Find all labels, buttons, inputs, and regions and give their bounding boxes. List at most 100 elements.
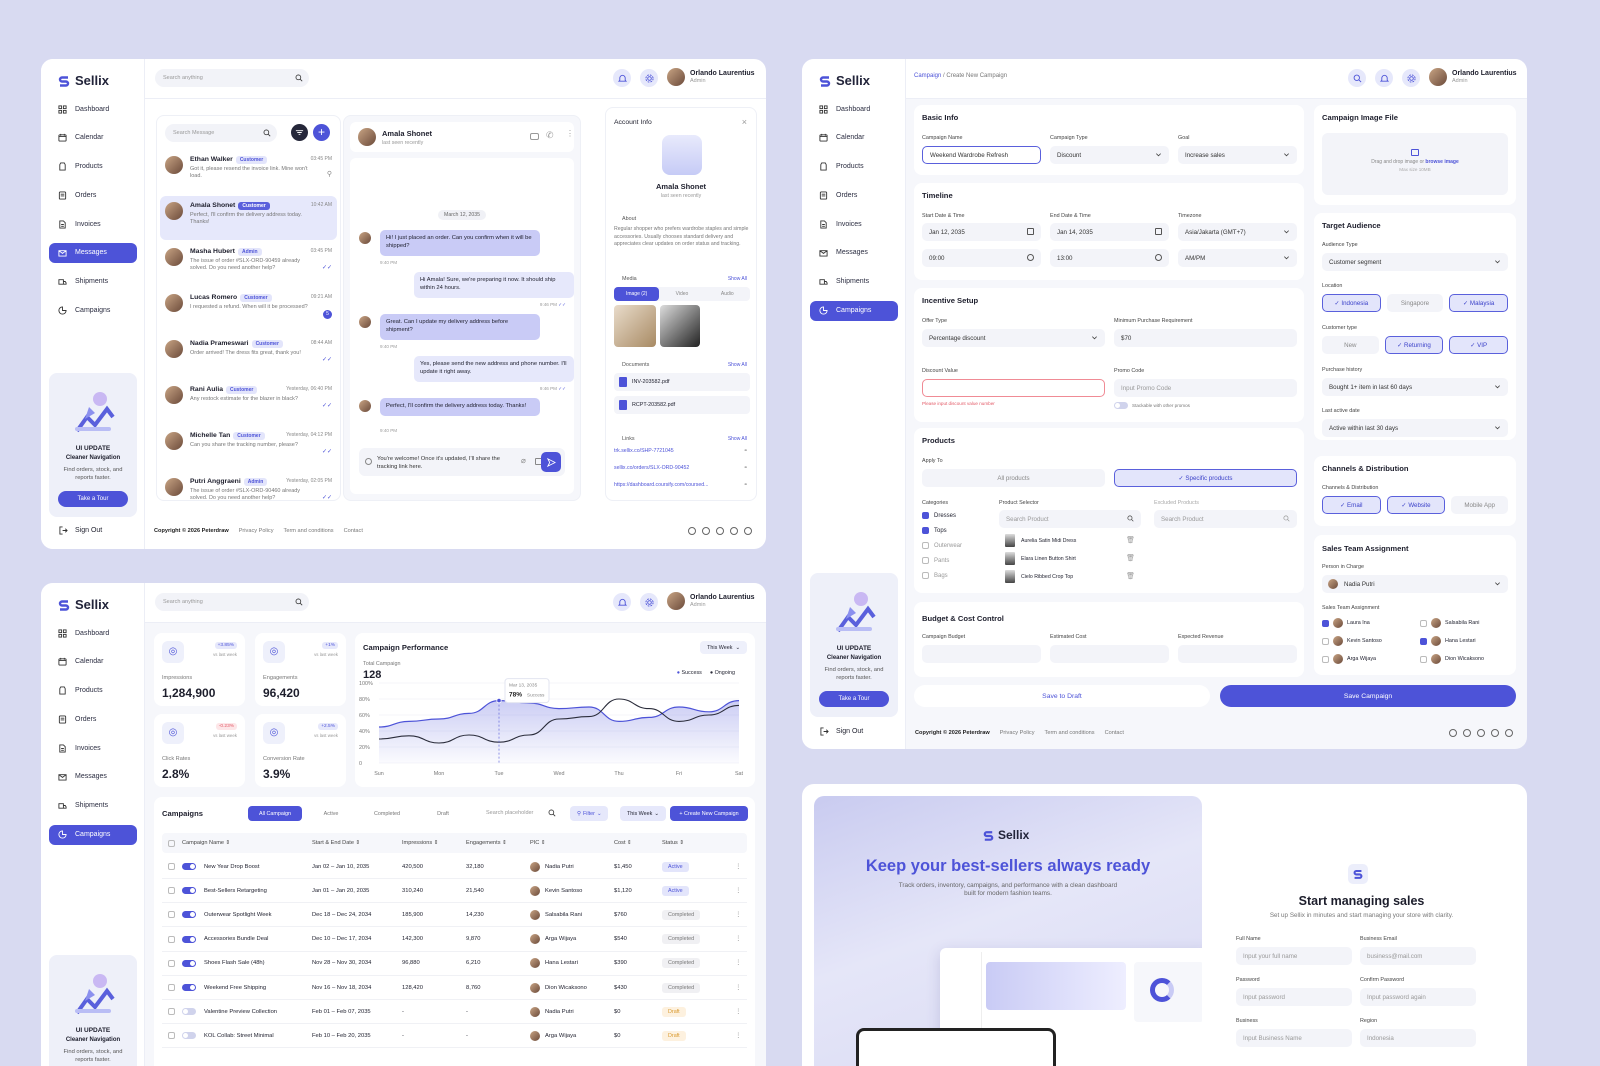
breadcrumb-campaign-link[interactable]: Campaign [914, 73, 941, 79]
sidebar-item-dashboard[interactable]: Dashboard [49, 99, 137, 119]
table-row[interactable]: Outerwear Spotlight Week Dec 18 – Dec 24,… [162, 903, 747, 928]
row-menu-icon[interactable]: ⋮ [735, 985, 741, 991]
promo-code-input[interactable]: Input Promo Code [1114, 379, 1297, 397]
category-checkbox[interactable]: Outerwear [922, 542, 962, 549]
search-input[interactable]: Search anything [155, 69, 309, 87]
end-date-input[interactable]: Jan 14, 2035 [1050, 223, 1169, 241]
column-header[interactable]: PIC ⇕ [530, 840, 546, 846]
emoji-icon[interactable] [365, 458, 372, 465]
media-tab-0[interactable]: Image (2) [614, 287, 660, 301]
linkedin-icon[interactable] [1505, 729, 1513, 737]
sidebar-item-products[interactable]: Products [49, 157, 137, 177]
customer-type-option[interactable]: ✓ VIP [1449, 336, 1509, 354]
more-icon[interactable]: ⋮ [566, 129, 574, 138]
sidebar-item-campaigns[interactable]: Campaigns [49, 824, 137, 845]
logo[interactable]: Sellix [57, 597, 109, 612]
trash-icon[interactable]: 🗑 [1126, 536, 1135, 544]
campaign-toggle[interactable] [182, 984, 196, 991]
period-select[interactable]: This Week ⌄ [700, 641, 747, 654]
campaign-toggle[interactable] [182, 935, 196, 943]
settings-button[interactable] [640, 593, 658, 611]
filter-button[interactable] [291, 124, 308, 141]
conversation-item[interactable]: Putri Anggraeni Admin Yesterday, 02:05 PM T… [160, 472, 337, 516]
select-all-checkbox[interactable] [168, 839, 175, 847]
sidebar-item-invoices[interactable]: Invoices [49, 738, 137, 758]
settings-button[interactable] [640, 69, 658, 87]
conversation-item[interactable]: Rani Aulia Customer Yesterday, 06:40 PM Any… [160, 380, 337, 424]
logo[interactable]: Sellix [57, 73, 109, 88]
column-header[interactable]: Cost ⇕ [614, 840, 632, 846]
category-checkbox[interactable]: Bags [922, 572, 948, 579]
sidebar-item-messages[interactable]: Messages [810, 243, 898, 263]
attach-icon[interactable]: ⌀ [521, 456, 526, 465]
trash-icon[interactable]: 🗑 [1126, 572, 1135, 580]
conversation-item[interactable]: Michelle Tan Customer Yesterday, 04:12 PM C… [160, 426, 337, 470]
channel-option[interactable]: ✓ Website [1386, 496, 1446, 514]
notification-button[interactable] [613, 593, 631, 611]
new-message-button[interactable]: + [313, 124, 330, 141]
channel-option[interactable]: Mobile App [1451, 496, 1509, 514]
save-draft-button[interactable]: Save to Draft [914, 685, 1210, 707]
ampm-select[interactable]: AM/PM [1178, 249, 1297, 267]
create-campaign-button[interactable]: + Create New Campaign [670, 806, 748, 821]
sidebar-item-calendar[interactable]: Calendar [810, 128, 898, 148]
location-option[interactable]: ✓ Indonesia [1322, 294, 1381, 312]
signup-input[interactable]: business@mail.com [1360, 947, 1476, 965]
media-tab-1[interactable]: Video [659, 287, 704, 301]
image-dropzone[interactable]: Drag and drop image or browse image Max … [1322, 133, 1508, 195]
media-thumb-1[interactable] [614, 305, 656, 347]
table-row[interactable]: Shoes Flash Sale (48h) Nov 28 – Nov 30, 2… [162, 952, 747, 976]
campaign-name-input[interactable]: Weekend Wardrobe Refresh [922, 146, 1041, 164]
table-row[interactable]: Valentine Preview Collection Feb 01 – Feb… [162, 1000, 747, 1025]
end-time-input[interactable]: 13:00 [1050, 249, 1169, 267]
apply-specific-products-option[interactable]: ✓ Specific products [1114, 469, 1297, 487]
sidebar-item-orders[interactable]: Orders [49, 709, 137, 729]
row-menu-icon[interactable]: ⋮ [735, 936, 741, 942]
campaign-toggle[interactable] [182, 863, 196, 870]
trash-icon[interactable]: 🗑 [1126, 554, 1135, 562]
signup-input[interactable]: Indonesia [1360, 1029, 1476, 1047]
contact-link[interactable]: Contact [1105, 730, 1124, 736]
notification-button[interactable] [613, 69, 631, 87]
goal-select[interactable]: Increase sales [1178, 146, 1297, 164]
row-checkbox[interactable] [168, 959, 175, 967]
conversation-item[interactable]: Nadia Prameswari Customer 08:44 AM Order ar… [160, 334, 337, 378]
sidebar-item-dashboard[interactable]: Dashboard [810, 99, 898, 119]
chat-input[interactable]: You're welcome! Once it's updated, I'll … [359, 448, 565, 476]
campaign-type-select[interactable]: Discount [1050, 146, 1169, 164]
sign-out-button[interactable]: Sign Out [59, 526, 102, 535]
team-member-checkbox[interactable]: Laura Ina [1322, 618, 1370, 628]
last-active-select[interactable]: Active within last 30 days [1322, 419, 1508, 437]
link-item[interactable]: https://dashboard.coursify.com/coursed..… [614, 482, 750, 488]
row-menu-icon[interactable]: ⋮ [735, 888, 741, 894]
category-checkbox[interactable]: Dresses [922, 512, 956, 519]
week-select[interactable]: This Week ⌄ [620, 806, 666, 821]
phone-icon[interactable]: ✆ [546, 130, 554, 141]
sidebar-item-calendar[interactable]: Calendar [49, 128, 137, 148]
row-checkbox[interactable] [168, 911, 175, 919]
youtube-icon[interactable] [1491, 729, 1499, 737]
sidebar-item-messages[interactable]: Messages [49, 767, 137, 787]
team-member-checkbox[interactable]: Kevin Santoso [1322, 636, 1382, 646]
settings-button[interactable] [1402, 69, 1420, 87]
contact-link[interactable]: Contact [344, 528, 363, 534]
facebook-icon[interactable] [1449, 729, 1457, 737]
instagram-icon[interactable] [1477, 729, 1485, 737]
sidebar-item-messages[interactable]: Messages [49, 242, 137, 263]
row-checkbox[interactable] [168, 935, 175, 943]
document-item[interactable]: RCPT-203582.pdf [614, 396, 750, 414]
column-header[interactable]: Campaign Name ⇕ [182, 840, 230, 846]
conversation-item[interactable]: Masha Hubert Admin 03:45 PM The issue of or… [160, 242, 337, 286]
category-checkbox[interactable]: Pants [922, 557, 949, 564]
sidebar-item-orders[interactable]: Orders [49, 185, 137, 205]
documents-show-all-link[interactable]: Show All [728, 362, 747, 368]
customer-type-option[interactable]: ✓ Returning [1384, 336, 1444, 354]
stackable-toggle[interactable] [1114, 402, 1128, 409]
link-item[interactable]: sellix.co/orders/SLX-ORD-90452 ⚭ [614, 465, 750, 471]
sidebar-item-shipments[interactable]: Shipments [49, 272, 137, 292]
youtube-icon[interactable] [730, 527, 738, 535]
column-header[interactable]: Start & End Date ⇕ [312, 840, 360, 846]
campaign-search-input[interactable]: Search placeholder [480, 806, 562, 821]
sidebar-item-campaigns[interactable]: Campaigns [49, 301, 137, 321]
search-input[interactable]: Search anything [155, 593, 309, 611]
